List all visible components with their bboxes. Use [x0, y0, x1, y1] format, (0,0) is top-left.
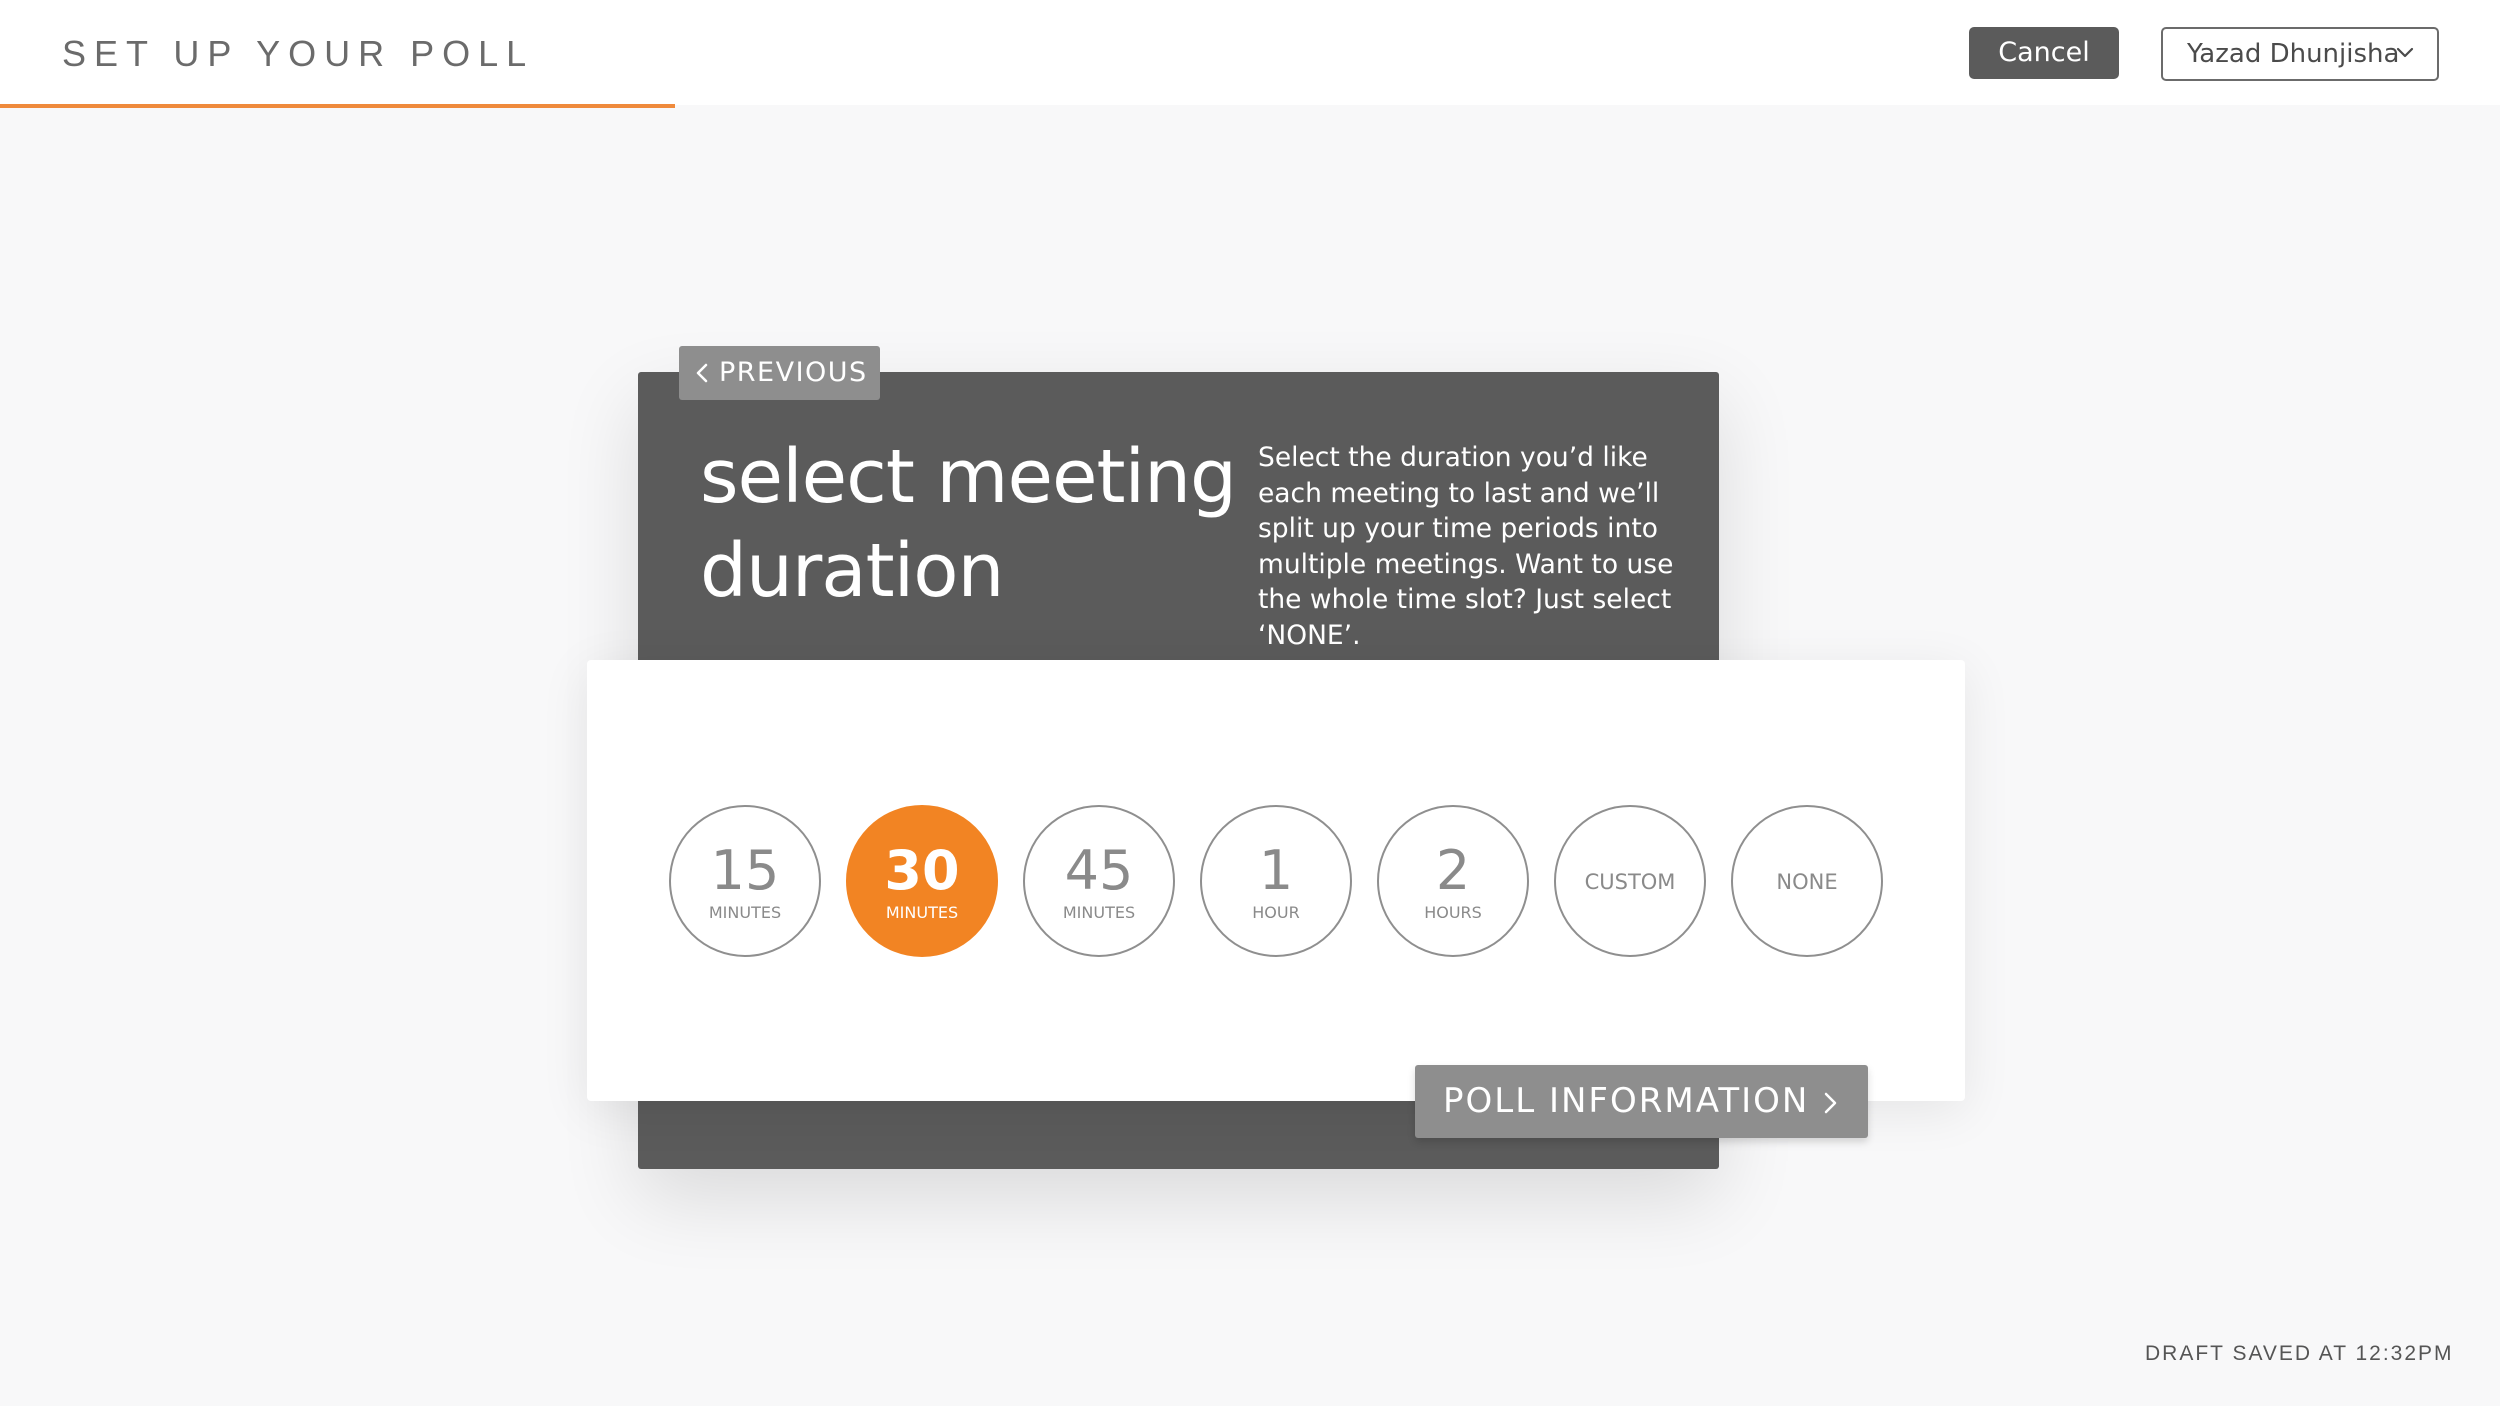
- step-heading-line: select meeting: [700, 434, 1237, 520]
- previous-button[interactable]: PREVIOUS: [679, 346, 880, 400]
- option-label: NONE: [1776, 870, 1838, 894]
- chevron-down-icon: [2396, 47, 2414, 58]
- chevron-left-icon: [696, 363, 708, 383]
- option-value: 30: [884, 839, 960, 902]
- option-value: 15: [710, 839, 780, 902]
- option-label: CUSTOM: [1584, 870, 1676, 894]
- duration-option-none[interactable]: NONE: [1731, 805, 1883, 957]
- progress-bar-fill: [0, 104, 675, 108]
- chevron-right-icon: [1824, 1092, 1837, 1114]
- step-heading-line: duration: [700, 528, 1004, 614]
- step-description: Select the duration you’d like each meet…: [1258, 442, 1674, 651]
- page-title: SET UP YOUR POLL: [62, 33, 535, 74]
- option-unit: MINUTES: [1062, 903, 1136, 922]
- user-menu-dropdown[interactable]: Yazad Dhunjisha: [2161, 27, 2439, 81]
- duration-option-custom[interactable]: CUSTOM: [1554, 805, 1706, 957]
- option-value: 1: [1258, 839, 1294, 902]
- option-value: 45: [1064, 839, 1134, 902]
- option-unit: MINUTES: [885, 903, 959, 922]
- option-unit: HOURS: [1424, 903, 1482, 922]
- user-name: Yazad Dhunjisha: [2187, 39, 2400, 69]
- option-unit: MINUTES: [708, 903, 782, 922]
- option-value: 2: [1435, 839, 1471, 902]
- duration-option-45-minutes[interactable]: 45 MINUTES: [1023, 805, 1175, 957]
- duration-option-15-minutes[interactable]: 15 MINUTES: [669, 805, 821, 957]
- previous-label: PREVIOUS: [719, 357, 868, 388]
- step-heading: select meeting duration: [700, 430, 1260, 618]
- cancel-button[interactable]: Cancel: [1969, 27, 2119, 79]
- duration-option-1-hour[interactable]: 1 HOUR: [1200, 805, 1352, 957]
- duration-option-30-minutes[interactable]: 30 MINUTES: [846, 805, 998, 957]
- progress-bar: [0, 104, 2500, 108]
- draft-saved-status: DRAFT SAVED AT 12:32PM: [2145, 1342, 2454, 1365]
- next-button-label: POLL INFORMATION: [1443, 1081, 1810, 1121]
- top-bar: SET UP YOUR POLL Cancel Yazad Dhunjisha: [0, 0, 2500, 108]
- duration-option-2-hours[interactable]: 2 HOURS: [1377, 805, 1529, 957]
- option-unit: HOUR: [1252, 903, 1300, 922]
- poll-information-next-button[interactable]: POLL INFORMATION: [1415, 1065, 1868, 1138]
